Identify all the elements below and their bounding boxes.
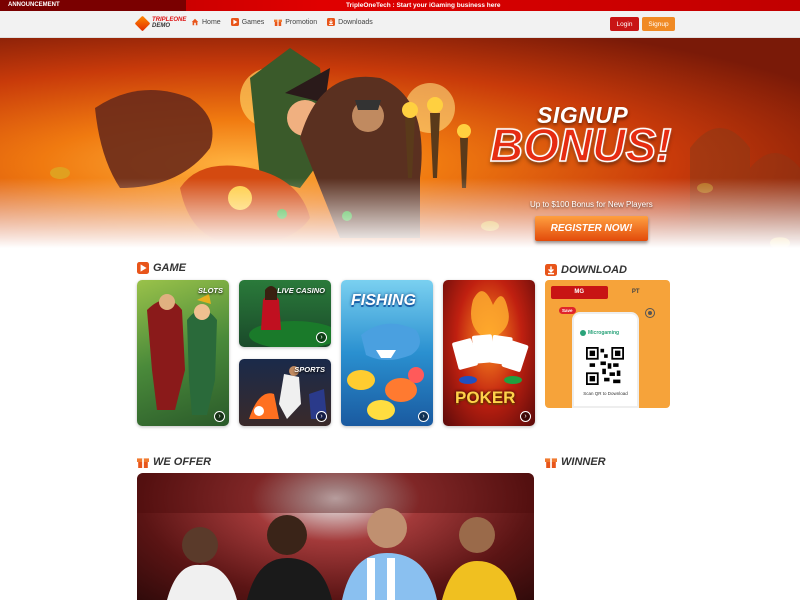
winner-title-text: WINNER: [561, 456, 606, 468]
nav-promotion-label: Promotion: [285, 18, 318, 26]
fishing-card[interactable]: FISHING ›: [341, 280, 433, 426]
login-button[interactable]: Login: [610, 17, 639, 31]
site-logo[interactable]: TRIPLEONE DEMO: [134, 15, 186, 31]
sports-label: SPORTS: [294, 365, 325, 374]
main-nav: Home Games Promotion Downloads: [191, 18, 373, 26]
download-icon: [545, 264, 557, 276]
download-title-text: DOWNLOAD: [561, 264, 627, 276]
nav-downloads-label: Downloads: [338, 18, 373, 26]
slots-label: SLOTS: [197, 286, 223, 295]
nav-games-label: Games: [241, 18, 265, 26]
nav-downloads[interactable]: Downloads: [327, 18, 373, 26]
games-icon: [137, 262, 149, 274]
microgaming-brand: Microgaming: [580, 330, 619, 336]
qr-code-icon[interactable]: [586, 347, 624, 385]
save-button[interactable]: Save: [559, 307, 576, 314]
logo-line2: DEMO: [152, 23, 170, 29]
qr-caption: Scan QR to Download: [583, 391, 628, 396]
sports-card[interactable]: SPORTS ›: [239, 359, 331, 426]
chevron-right-icon[interactable]: ›: [214, 411, 225, 422]
offer-section-title: WE OFFER: [137, 456, 211, 468]
tab-pt[interactable]: PT: [608, 286, 665, 299]
tab-mg[interactable]: MG: [551, 286, 608, 299]
microgaming-brand-text: Microgaming: [588, 330, 620, 336]
announcement-bar: ANNOUNCEMENT TripleOneTech : Start your …: [0, 0, 800, 11]
nav-home-label: Home: [202, 18, 221, 26]
games-icon: [230, 18, 239, 26]
gift-icon: [137, 458, 149, 468]
nav-games[interactable]: Games: [230, 18, 265, 26]
offer-artwork: [137, 473, 534, 600]
offer-title-text: WE OFFER: [153, 456, 212, 468]
download-panel: MG PT Save Microgaming Scan QR to Downlo…: [545, 280, 670, 408]
announcement-label: ANNOUNCEMENT: [0, 0, 186, 11]
nav-promotion[interactable]: Promotion: [274, 18, 317, 26]
live-casino-label: LIVE CASINO: [277, 286, 325, 295]
slots-card[interactable]: SLOTS ›: [137, 280, 229, 426]
chevron-right-icon[interactable]: ›: [316, 411, 327, 422]
home-icon: [191, 18, 199, 26]
live-casino-card[interactable]: LIVE CASINO ›: [239, 280, 331, 347]
microgaming-logo-icon: [580, 330, 586, 336]
phone-mockup: Microgaming Scan QR to Download: [572, 312, 639, 408]
chevron-right-icon[interactable]: ›: [418, 411, 429, 422]
fishing-label: FISHING: [351, 292, 416, 309]
winner-section-title: WINNER: [545, 456, 606, 468]
site-header: TRIPLEONE DEMO Home Games Promotion Down…: [0, 11, 800, 38]
signup-button[interactable]: Signup: [642, 17, 675, 31]
hero-fade: [0, 178, 800, 248]
game-section-title: GAME: [137, 262, 186, 274]
target-icon[interactable]: [645, 308, 655, 318]
poker-label: POKER: [455, 388, 516, 407]
nav-home[interactable]: Home: [191, 18, 221, 26]
register-now-button[interactable]: REGISTER NOW!: [535, 216, 648, 241]
hero-banner: SIGNUP BONUS! Up to $100 Bonus for New P…: [0, 38, 800, 248]
announcement-text[interactable]: TripleOneTech : Start your iGaming busin…: [346, 2, 500, 9]
hero-subtitle: Up to $100 Bonus for New Players: [530, 200, 653, 209]
download-tabs: MG PT: [551, 286, 664, 299]
game-title-text: GAME: [153, 262, 186, 274]
slots-artwork: [147, 294, 217, 415]
download-icon: [327, 18, 336, 26]
offer-banner[interactable]: [137, 473, 534, 600]
download-section-title: DOWNLOAD: [545, 264, 627, 276]
hero-bonus-title: BONUS!: [489, 118, 672, 172]
page: ANNOUNCEMENT TripleOneTech : Start your …: [0, 0, 800, 600]
gift-icon: [274, 19, 283, 26]
chevron-right-icon[interactable]: ›: [316, 332, 327, 343]
poker-card[interactable]: POKER ›: [443, 280, 535, 426]
gift-icon: [545, 458, 557, 468]
chevron-right-icon[interactable]: ›: [520, 411, 531, 422]
logo-diamond-icon: [134, 15, 151, 31]
